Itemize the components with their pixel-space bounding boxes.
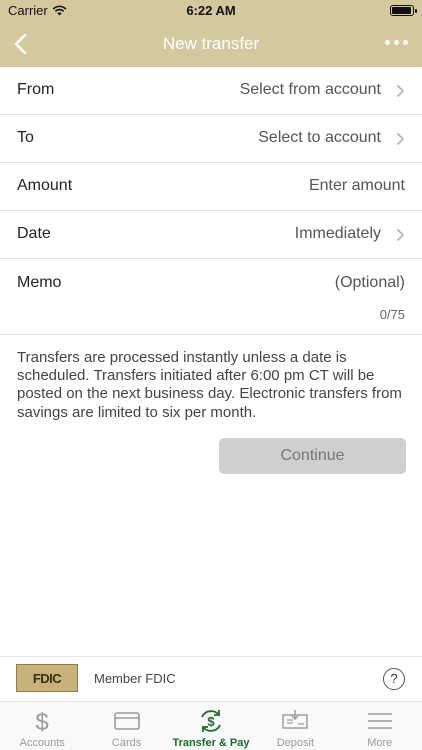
from-account-row[interactable]: From Select from account [0, 67, 422, 115]
dollar-icon: $ [36, 709, 49, 734]
date-value: Immediately [294, 225, 381, 242]
tab-bar: $ Accounts Cards $ Transfer & Pay Deposi… [0, 701, 422, 750]
more-options-icon[interactable] [385, 40, 408, 45]
amount-row[interactable]: Amount Enter amount [0, 163, 422, 211]
fdic-logo-text: FDIC [32, 670, 62, 686]
member-fdic-text: Member FDIC [94, 671, 176, 686]
to-account-value: Select to account [258, 129, 381, 146]
help-icon[interactable]: ? [383, 668, 405, 690]
fdic-footer: FDIC Member FDIC ? [0, 656, 422, 701]
transfer-pay-icon: $ [201, 710, 221, 732]
date-label: Date [17, 225, 51, 242]
amount-input[interactable]: Enter amount [309, 177, 405, 195]
date-row[interactable]: Date Immediately [0, 211, 422, 259]
tab-label: Transfer & Pay [172, 737, 250, 749]
battery-icon [390, 5, 417, 16]
memo-char-count: 0/75 [379, 307, 405, 322]
tab-label: More [367, 737, 393, 749]
to-label: To [17, 129, 34, 146]
nav-bar: New transfer [0, 22, 422, 67]
chevron-right-icon [396, 84, 405, 98]
from-label: From [17, 81, 55, 98]
check-deposit-icon [282, 710, 309, 729]
dot [394, 40, 399, 45]
fdic-logo: FDIC [16, 664, 78, 692]
memo-row[interactable]: Memo (Optional) 0/75 [0, 259, 422, 335]
transfer-disclaimer: Transfers are processed instantly unless… [17, 349, 402, 421]
card-icon [113, 712, 140, 730]
tab-label: Deposit [276, 737, 315, 749]
memo-label: Memo [17, 274, 62, 291]
svg-text:$: $ [207, 714, 215, 729]
dot [385, 40, 390, 45]
tab-label: Accounts [19, 737, 65, 749]
memo-input[interactable]: (Optional) [335, 274, 405, 292]
dot [403, 40, 408, 45]
tab-label: Cards [111, 737, 142, 749]
battery-level [392, 7, 411, 14]
to-account-row[interactable]: To Select to account [0, 115, 422, 163]
menu-icon [367, 713, 392, 729]
tab-accounts[interactable]: $ Accounts [0, 702, 84, 750]
chevron-right-icon [396, 228, 405, 242]
status-bar: Carrier 6:22 AM [0, 0, 422, 22]
tab-more[interactable]: More [338, 702, 422, 750]
tab-cards[interactable]: Cards [84, 702, 168, 750]
tab-deposit[interactable]: Deposit [253, 702, 337, 750]
from-account-value: Select from account [239, 81, 381, 98]
continue-button[interactable]: Continue [219, 438, 406, 474]
tab-transfer-pay[interactable]: $ Transfer & Pay [169, 702, 253, 750]
clock: 6:22 AM [186, 3, 236, 18]
chevron-right-icon [396, 132, 405, 146]
page-title: New transfer [162, 34, 260, 53]
amount-label: Amount [17, 177, 73, 194]
svg-text:$: $ [36, 709, 49, 734]
